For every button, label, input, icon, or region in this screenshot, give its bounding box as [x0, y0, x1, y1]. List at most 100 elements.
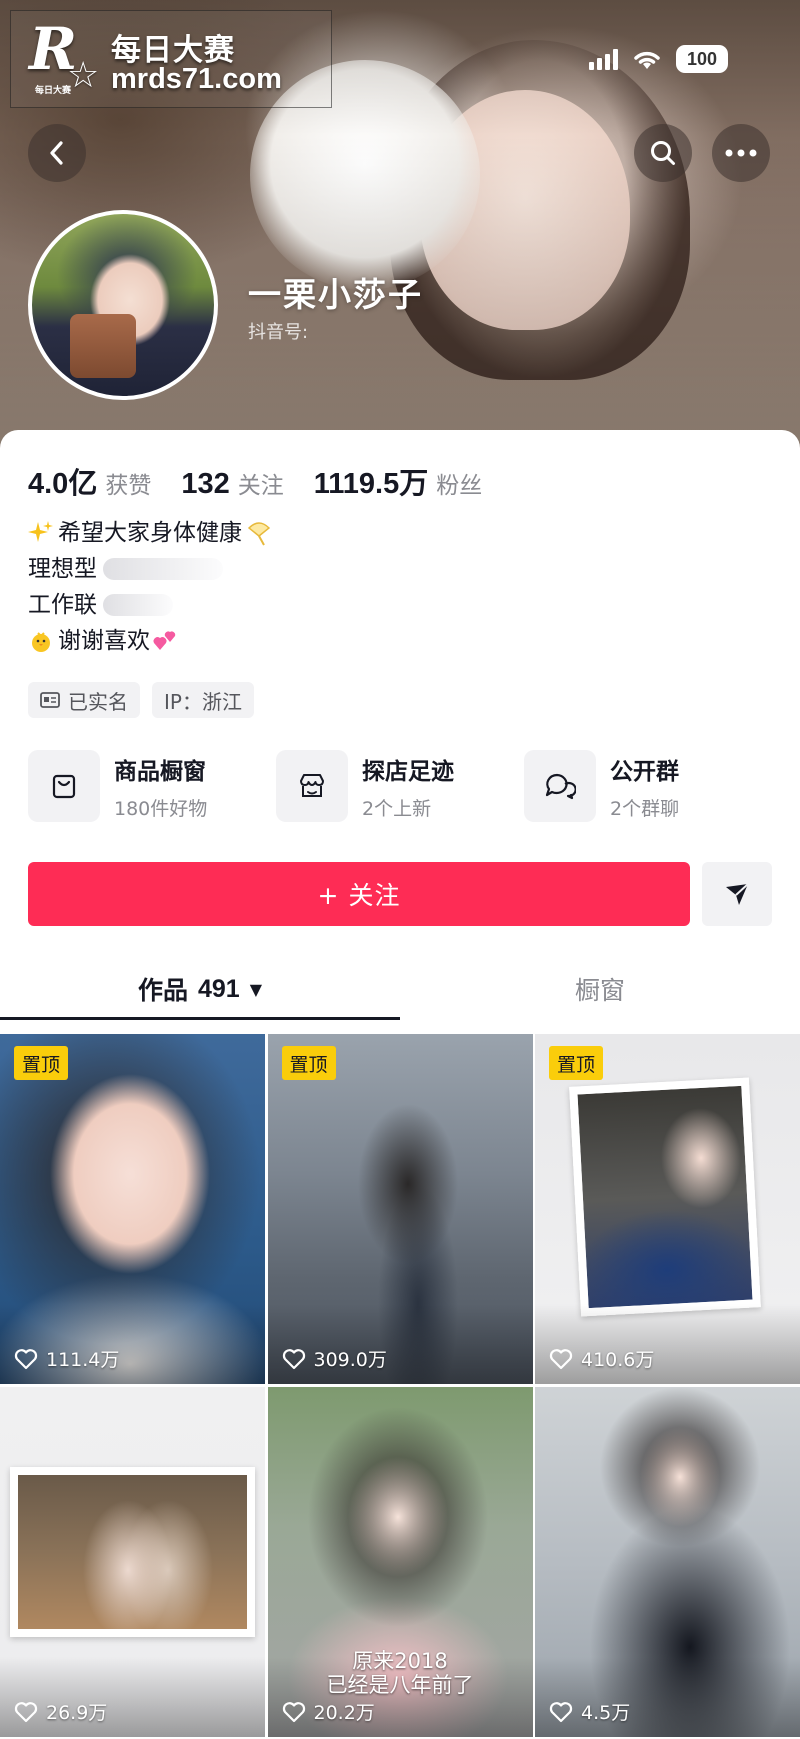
- wifi-icon: [634, 51, 660, 69]
- video-likes: 111.4万: [14, 1345, 119, 1372]
- bio-text: 工作联: [28, 592, 97, 618]
- pinned-badge: 置顶: [14, 1046, 69, 1080]
- stat-following-label: 关注: [237, 473, 284, 499]
- more-dots-icon: [725, 149, 757, 157]
- heart-outline-icon: [14, 1348, 38, 1369]
- thumbnail-photo-print: [10, 1467, 255, 1637]
- watermark-logo-caption: 每日大赛: [35, 86, 72, 96]
- video-likes-count: 111.4万: [46, 1349, 120, 1371]
- more-options-button[interactable]: [712, 124, 770, 182]
- tag-verified-label: 已实名: [68, 689, 128, 714]
- feature-store-visits[interactable]: 探店足迹 2个上新: [276, 750, 524, 822]
- thumbnail-shade: [535, 1304, 800, 1384]
- bio-text: 理想型: [28, 556, 97, 582]
- video-likes: 309.0万: [282, 1345, 387, 1372]
- blurred-text: [103, 594, 173, 616]
- video-thumbnail[interactable]: 原来2018 已经是八年前了 20.2万: [267, 1387, 533, 1737]
- send-message-button[interactable]: [702, 862, 772, 926]
- feature-public-group-sub: 2个群聊: [610, 797, 680, 820]
- chick-icon: [32, 632, 50, 652]
- video-caption: 原来2018: [352, 1649, 448, 1673]
- thumbnail-photo-print: [569, 1077, 761, 1317]
- feature-store-visits-title: 探店足迹: [362, 758, 454, 785]
- video-likes-count: 4.5万: [581, 1702, 631, 1724]
- stat-likes-label: 获赞: [105, 473, 152, 499]
- profile-bio[interactable]: 希望大家身体健康 理想型 工作联 谢谢喜欢: [28, 516, 276, 658]
- feature-store-visits-sub: 2个上新: [362, 797, 432, 820]
- action-row: + 关注: [28, 862, 772, 926]
- avatar[interactable]: [28, 210, 218, 400]
- stat-likes-value: 4.0亿: [28, 468, 98, 500]
- heart-outline-icon: [549, 1348, 573, 1369]
- bio-line: 希望大家身体健康: [28, 516, 276, 550]
- stat-following-value: 132: [181, 468, 230, 500]
- video-thumbnail[interactable]: 26.9万: [0, 1387, 265, 1737]
- pinned-badge: 置顶: [549, 1046, 604, 1080]
- video-likes: 20.2万: [282, 1698, 375, 1725]
- bio-line: 谢谢喜欢: [28, 624, 276, 658]
- pinned-badge: 置顶: [281, 1046, 336, 1080]
- thumbnail-shade: [535, 1657, 800, 1737]
- feature-shop-window[interactable]: 商品橱窗 180件好物: [28, 750, 276, 822]
- group-chat-icon: [524, 750, 596, 822]
- stat-following[interactable]: 132 关注: [181, 466, 283, 501]
- video-likes-count: 309.0万: [313, 1349, 387, 1371]
- feature-shop-window-title: 商品橱窗: [114, 758, 206, 785]
- back-button[interactable]: [28, 124, 86, 182]
- video-likes-count: 26.9万: [46, 1702, 108, 1724]
- profile-tags: 已实名 IP：浙江: [28, 682, 254, 718]
- tab-showcase[interactable]: 橱窗: [400, 958, 800, 1020]
- avatar-photo-bag: [70, 314, 136, 378]
- thumbnail-shade: [0, 1304, 265, 1384]
- blurred-text: [103, 558, 223, 580]
- stat-followers[interactable]: 1119.5万 粉丝: [314, 460, 483, 502]
- tab-showcase-label: 橱窗: [574, 976, 625, 1005]
- video-thumbnail[interactable]: 置顶 410.6万: [535, 1034, 800, 1384]
- douyin-id[interactable]: 抖音号:: [248, 318, 308, 344]
- tab-works-count: 491: [197, 974, 240, 1003]
- two-hearts-icon: [153, 631, 176, 650]
- bio-text: 希望大家身体健康: [58, 520, 242, 546]
- video-likes: 410.6万: [549, 1345, 654, 1372]
- tag-ip-label: IP：浙江: [164, 689, 242, 714]
- feature-shop-window-sub: 180件好物: [114, 797, 208, 820]
- send-icon: [726, 883, 749, 905]
- video-thumbnail[interactable]: 4.5万: [535, 1387, 800, 1737]
- video-likes: 4.5万: [549, 1698, 630, 1725]
- profile-nickname: 一栗小莎子: [248, 275, 423, 314]
- watermark-badge: R ☆ 每日大赛 每日大赛 mrds71.com: [10, 10, 332, 108]
- stat-followers-value: 1119.5万: [313, 468, 429, 500]
- signal-icon: [589, 48, 618, 70]
- watermark-logo: R ☆ 每日大赛: [29, 15, 107, 97]
- video-likes-count: 410.6万: [581, 1349, 655, 1371]
- video-thumbnail[interactable]: 置顶 309.0万: [267, 1034, 533, 1384]
- bio-line: 理想型: [28, 552, 276, 586]
- fan-icon: [247, 522, 271, 546]
- tag-verified: 已实名: [28, 682, 140, 718]
- shopping-bag-icon: [28, 750, 100, 822]
- id-card-icon: [40, 692, 60, 708]
- feature-entries: 商品橱窗 180件好物 探店足迹 2个上新 公开群 2个群聊: [28, 750, 772, 822]
- feature-public-group[interactable]: 公开群 2个群聊: [524, 750, 772, 822]
- status-bar: 100: [589, 42, 728, 76]
- follow-button[interactable]: + 关注: [28, 862, 690, 926]
- heart-outline-icon: [282, 1348, 305, 1369]
- stat-likes[interactable]: 4.0亿 获赞: [28, 460, 151, 502]
- watermark-url: mrds71.com: [111, 63, 282, 95]
- tab-works-label: 作品: [137, 976, 188, 1005]
- battery-indicator: 100: [676, 45, 728, 73]
- content-tabs: 作品 491 ▼ 橱窗: [0, 958, 800, 1020]
- chevron-left-icon: [50, 141, 63, 165]
- search-button[interactable]: [634, 124, 692, 182]
- sparkles-icon: [28, 521, 53, 542]
- tab-works[interactable]: 作品 491 ▼: [0, 958, 400, 1020]
- video-thumbnail[interactable]: 置顶 111.4万: [0, 1034, 265, 1384]
- store-icon: [276, 750, 348, 822]
- profile-stats: 4.0亿 获赞 132 关注 1119.5万 粉丝: [28, 460, 512, 502]
- caret-down-icon[interactable]: ▼: [250, 980, 262, 999]
- thumbnail-shade: [0, 1657, 265, 1737]
- bio-line: 工作联: [28, 588, 276, 622]
- video-likes: 26.9万: [14, 1698, 107, 1725]
- search-icon: [651, 141, 675, 165]
- bio-text: 谢谢喜欢: [58, 628, 150, 654]
